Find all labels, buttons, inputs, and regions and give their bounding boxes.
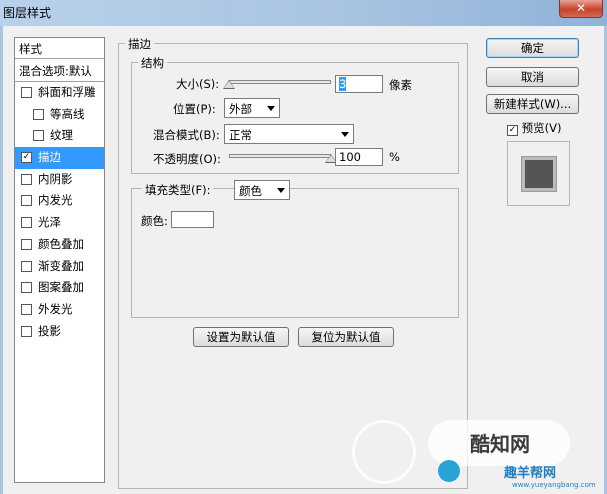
style-list-item[interactable]: 投影 [15, 321, 104, 343]
preview-label: 预览(V) [521, 121, 562, 135]
checkbox-icon[interactable] [33, 108, 44, 120]
style-list-item-label: 等高线 [50, 106, 85, 121]
position-dropdown[interactable]: 外部 [224, 98, 280, 118]
color-swatch[interactable] [171, 211, 214, 228]
close-button[interactable]: ✕ [559, 0, 603, 18]
ok-button[interactable]: 确定 [486, 38, 579, 58]
blend-mode-dropdown[interactable]: 正常 [224, 124, 354, 144]
blend-options-item[interactable]: 混合选项:默认 [15, 59, 104, 82]
opacity-input[interactable]: 100 [335, 148, 383, 166]
size-value: 3 [339, 77, 347, 91]
watermark-swirl-icon [352, 420, 416, 484]
watermark-site: 趣羊帮网 [504, 466, 557, 481]
style-list-item[interactable]: 等高线 [15, 104, 104, 126]
style-list-item-label: 内发光 [38, 193, 73, 208]
style-list-item[interactable]: 纹理 [15, 125, 104, 147]
checkbox-icon[interactable] [21, 87, 32, 98]
checkbox-icon[interactable] [21, 282, 32, 294]
style-list-item[interactable]: 渐变叠加 [15, 256, 104, 278]
color-label: 颜色: [141, 214, 168, 228]
style-list-item[interactable]: 图案叠加 [15, 277, 104, 299]
style-list-item-label: 外发光 [38, 301, 73, 316]
fill-type-dropdown[interactable]: 颜色 [234, 180, 290, 200]
size-label: 大小(S): [176, 77, 220, 91]
style-list-item-label: 图案叠加 [38, 280, 84, 295]
size-unit: 像素 [389, 78, 412, 92]
style-list-item-label: 投影 [38, 323, 61, 338]
window-title: 图层样式 [3, 6, 52, 20]
style-list-item[interactable]: 内发光 [15, 190, 104, 212]
position-label: 位置(P): [173, 102, 216, 116]
checkbox-icon[interactable] [21, 238, 32, 250]
watermark-badge-icon [438, 460, 460, 482]
size-input[interactable]: 3 [335, 75, 383, 93]
blend-mode-value: 正常 [229, 128, 252, 142]
style-list-item-label: 渐变叠加 [38, 258, 84, 273]
title-bar: 图层样式 ✕ [0, 0, 607, 26]
checkbox-icon[interactable] [21, 303, 32, 315]
watermark-brand: 酷知网 [470, 432, 530, 456]
fill-type-value: 颜色 [239, 184, 262, 198]
chevron-down-icon [341, 132, 349, 137]
new-style-button[interactable]: 新建样式(W)... [486, 94, 579, 114]
opacity-unit: % [389, 150, 400, 164]
size-slider-thumb[interactable] [223, 80, 235, 89]
style-list-item[interactable]: ✓ 描边 [15, 147, 104, 169]
preview-checkbox[interactable]: ✓ 预览(V) [507, 120, 562, 136]
checkbox-icon[interactable] [21, 173, 32, 185]
style-list: 样式 混合选项:默认 斜面和浮雕等高线纹理 ✓ 描边内阴影内发光光泽颜色叠加渐变叠加… [14, 37, 105, 483]
opacity-value: 100 [339, 150, 361, 164]
size-slider-track[interactable] [229, 80, 331, 84]
style-list-item-label: 描边 [38, 150, 61, 165]
fill-type-label: 填充类型(F): [142, 182, 214, 198]
checkbox-icon: ✓ [507, 125, 518, 136]
style-list-item-label: 颜色叠加 [38, 236, 84, 251]
watermark-url: www.yueyangbang.com [512, 481, 596, 489]
style-list-item-label: 内阴影 [38, 171, 73, 186]
position-value: 外部 [229, 102, 252, 116]
cancel-button[interactable]: 取消 [486, 67, 579, 87]
preview-swatch [522, 157, 556, 191]
chevron-down-icon [267, 106, 275, 111]
fill-group [131, 188, 459, 318]
blend-mode-label: 混合模式(B): [153, 128, 220, 142]
reset-default-button[interactable]: 复位为默认值 [298, 327, 394, 347]
opacity-label: 不透明度(O): [153, 152, 221, 166]
chevron-down-icon [277, 188, 285, 193]
make-default-button[interactable]: 设置为默认值 [193, 327, 289, 347]
structure-section-title: 结构 [138, 55, 167, 71]
style-list-item[interactable]: 内阴影 [15, 169, 104, 191]
style-list-item[interactable]: 颜色叠加 [15, 234, 104, 256]
style-list-item-label: 光泽 [38, 215, 61, 230]
checkbox-icon[interactable] [33, 130, 44, 142]
style-list-item[interactable]: 斜面和浮雕 [15, 82, 104, 104]
style-list-item-label: 纹理 [50, 128, 73, 143]
checkbox-icon[interactable] [21, 217, 32, 229]
checkbox-icon[interactable]: ✓ [21, 152, 32, 164]
checkbox-icon[interactable] [21, 260, 32, 272]
checkbox-icon[interactable] [21, 195, 32, 207]
close-icon: ✕ [575, 1, 587, 15]
style-list-header[interactable]: 样式 [15, 38, 104, 59]
stroke-section-title: 描边 [125, 36, 154, 52]
checkbox-icon[interactable] [21, 325, 32, 337]
style-list-item-label: 斜面和浮雕 [38, 85, 96, 99]
style-list-item[interactable]: 外发光 [15, 299, 104, 321]
opacity-slider-track[interactable] [229, 154, 331, 158]
style-list-items: 斜面和浮雕等高线纹理 ✓ 描边内阴影内发光光泽颜色叠加渐变叠加图案叠加外发光投影 [15, 82, 104, 342]
style-list-item[interactable]: 光泽 [15, 212, 104, 234]
preview-thumbnail [507, 141, 570, 206]
